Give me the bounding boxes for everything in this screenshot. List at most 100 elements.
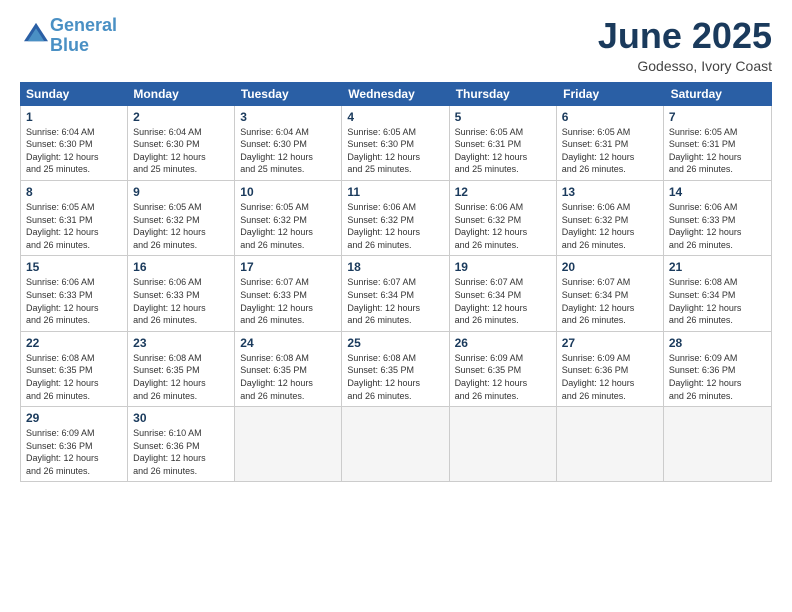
cell-info-line: and 26 minutes. (240, 314, 336, 327)
cell-info-line: Sunrise: 6:06 AM (347, 201, 443, 214)
cell-info-line: Sunset: 6:34 PM (669, 289, 766, 302)
cell-info-line: Daylight: 12 hours (669, 151, 766, 164)
day-number: 29 (26, 411, 122, 425)
cell-info-line: and 26 minutes. (26, 314, 122, 327)
calendar-cell-4-5: 26Sunrise: 6:09 AMSunset: 6:35 PMDayligh… (450, 332, 557, 406)
cell-info-line: Sunset: 6:36 PM (669, 364, 766, 377)
cell-info-line: Daylight: 12 hours (347, 302, 443, 315)
cell-info-line: Sunset: 6:31 PM (26, 214, 122, 227)
cell-info-line: Sunset: 6:32 PM (455, 214, 551, 227)
title-block: June 2025 Godesso, Ivory Coast (598, 16, 772, 74)
cell-info-line: Daylight: 12 hours (240, 377, 336, 390)
cell-info-line: Sunrise: 6:05 AM (133, 201, 229, 214)
calendar-cell-3-1: 15Sunrise: 6:06 AMSunset: 6:33 PMDayligh… (21, 256, 128, 330)
cell-info-line: and 25 minutes. (240, 163, 336, 176)
cell-info-line: Daylight: 12 hours (26, 452, 122, 465)
cell-info-line: and 26 minutes. (562, 163, 658, 176)
cell-info-line: Sunrise: 6:05 AM (455, 126, 551, 139)
calendar-cell-1-1: 1Sunrise: 6:04 AMSunset: 6:30 PMDaylight… (21, 106, 128, 180)
cell-info-line: Sunrise: 6:05 AM (240, 201, 336, 214)
cell-info-line: Sunrise: 6:05 AM (669, 126, 766, 139)
cell-info-line: and 26 minutes. (562, 390, 658, 403)
cell-info-line: Sunset: 6:36 PM (133, 440, 229, 453)
cell-info-line: Daylight: 12 hours (562, 377, 658, 390)
cell-info-line: Daylight: 12 hours (347, 151, 443, 164)
calendar-cell-2-7: 14Sunrise: 6:06 AMSunset: 6:33 PMDayligh… (664, 181, 771, 255)
cell-info-line: and 26 minutes. (26, 390, 122, 403)
day-number: 6 (562, 110, 658, 124)
day-number: 1 (26, 110, 122, 124)
cell-info-line: Daylight: 12 hours (26, 226, 122, 239)
header-monday: Monday (127, 82, 234, 106)
calendar-cell-4-4: 25Sunrise: 6:08 AMSunset: 6:35 PMDayligh… (342, 332, 449, 406)
day-number: 4 (347, 110, 443, 124)
calendar-week-2: 8Sunrise: 6:05 AMSunset: 6:31 PMDaylight… (21, 181, 771, 256)
calendar-cell-4-7: 28Sunrise: 6:09 AMSunset: 6:36 PMDayligh… (664, 332, 771, 406)
calendar-cell-5-4 (342, 407, 449, 481)
day-number: 8 (26, 185, 122, 199)
logo: General Blue (20, 16, 117, 56)
cell-info-line: Daylight: 12 hours (455, 226, 551, 239)
header-tuesday: Tuesday (235, 82, 342, 106)
calendar-week-4: 22Sunrise: 6:08 AMSunset: 6:35 PMDayligh… (21, 332, 771, 407)
cell-info-line: Sunset: 6:31 PM (455, 138, 551, 151)
day-number: 20 (562, 260, 658, 274)
cell-info-line: Daylight: 12 hours (26, 302, 122, 315)
calendar-cell-1-3: 3Sunrise: 6:04 AMSunset: 6:30 PMDaylight… (235, 106, 342, 180)
calendar-cell-1-6: 6Sunrise: 6:05 AMSunset: 6:31 PMDaylight… (557, 106, 664, 180)
cell-info-line: Sunrise: 6:07 AM (347, 276, 443, 289)
calendar-cell-4-2: 23Sunrise: 6:08 AMSunset: 6:35 PMDayligh… (128, 332, 235, 406)
cell-info-line: Daylight: 12 hours (240, 302, 336, 315)
cell-info-line: Daylight: 12 hours (133, 226, 229, 239)
cell-info-line: Daylight: 12 hours (455, 377, 551, 390)
cell-info-line: Sunset: 6:32 PM (347, 214, 443, 227)
calendar-cell-4-6: 27Sunrise: 6:09 AMSunset: 6:36 PMDayligh… (557, 332, 664, 406)
logo-text: General Blue (50, 16, 117, 56)
calendar-cell-1-5: 5 Sunrise: 6:05 AMSunset: 6:31 PMDaylight… (450, 106, 557, 180)
cell-info-line: Daylight: 12 hours (562, 226, 658, 239)
cell-info-line: Sunset: 6:34 PM (455, 289, 551, 302)
cell-info-line: Daylight: 12 hours (562, 302, 658, 315)
cell-info-line: and 25 minutes. (133, 163, 229, 176)
cell-info-line: Daylight: 12 hours (669, 377, 766, 390)
calendar-cell-3-7: 21Sunrise: 6:08 AMSunset: 6:34 PMDayligh… (664, 256, 771, 330)
cell-info-line: Sunset: 6:34 PM (347, 289, 443, 302)
calendar-cell-3-2: 16Sunrise: 6:06 AMSunset: 6:33 PMDayligh… (128, 256, 235, 330)
cell-info-line: Sunset: 6:30 PM (26, 138, 122, 151)
day-number: 12 (455, 185, 551, 199)
header-saturday: Saturday (665, 82, 772, 106)
calendar-cell-2-4: 11Sunrise: 6:06 AMSunset: 6:32 PMDayligh… (342, 181, 449, 255)
cell-info-line: and 26 minutes. (133, 465, 229, 478)
logo-general: General (50, 15, 117, 35)
cell-info-line: Sunrise: 6:05 AM (562, 126, 658, 139)
calendar-cell-5-3 (235, 407, 342, 481)
cell-info-line: and 26 minutes. (26, 239, 122, 252)
cell-info-line: and 26 minutes. (347, 314, 443, 327)
calendar: Sunday Monday Tuesday Wednesday Thursday… (20, 82, 772, 602)
cell-info-line: and 26 minutes. (133, 314, 229, 327)
cell-info-line: Daylight: 12 hours (455, 151, 551, 164)
cell-info-line: Daylight: 12 hours (347, 377, 443, 390)
day-number: 18 (347, 260, 443, 274)
cell-info-line: Sunrise: 6:10 AM (133, 427, 229, 440)
header-wednesday: Wednesday (342, 82, 449, 106)
cell-info-line: Sunrise: 6:07 AM (455, 276, 551, 289)
day-number: 28 (669, 336, 766, 350)
cell-info-line: Sunset: 6:35 PM (455, 364, 551, 377)
calendar-cell-2-6: 13Sunrise: 6:06 AMSunset: 6:32 PMDayligh… (557, 181, 664, 255)
header: General Blue June 2025 Godesso, Ivory Co… (20, 16, 772, 74)
cell-info-line: Sunset: 6:32 PM (562, 214, 658, 227)
cell-info-line: and 26 minutes. (455, 314, 551, 327)
calendar-cell-3-4: 18 Sunrise: 6:07 AMSunset: 6:34 PMDayligh… (342, 256, 449, 330)
cell-info-line: Sunrise: 6:08 AM (26, 352, 122, 365)
page: General Blue June 2025 Godesso, Ivory Co… (0, 0, 792, 612)
cell-info-line: and 25 minutes. (347, 163, 443, 176)
cell-info-line: Sunset: 6:30 PM (240, 138, 336, 151)
location: Godesso, Ivory Coast (598, 58, 772, 74)
day-number: 5 (455, 110, 551, 124)
cell-info-line: Daylight: 12 hours (669, 226, 766, 239)
calendar-cell-2-1: 8Sunrise: 6:05 AMSunset: 6:31 PMDaylight… (21, 181, 128, 255)
cell-info-line: and 26 minutes. (669, 390, 766, 403)
header-friday: Friday (557, 82, 664, 106)
header-thursday: Thursday (450, 82, 557, 106)
